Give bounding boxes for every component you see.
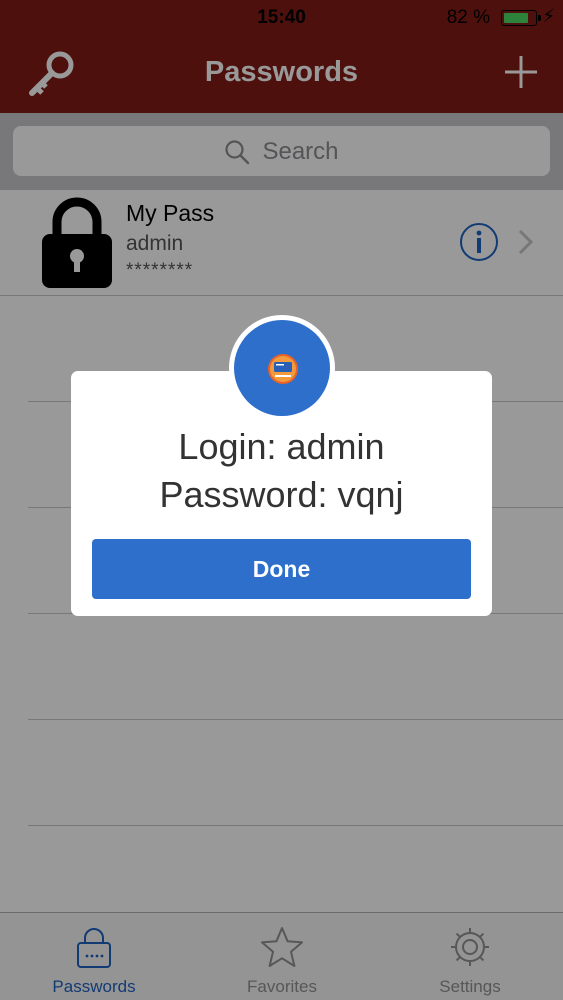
dialog-badge-circle (234, 320, 330, 416)
app-logo-icon (268, 354, 298, 384)
dialog-badge (229, 315, 335, 421)
done-button[interactable]: Done (92, 539, 471, 599)
app-screen: 15:40 82 % ⚡ Passwords Search My Pass ad… (0, 0, 563, 1000)
dialog-login-text: Login: admin (178, 426, 385, 467)
dialog-password-text: Password: vqnj (159, 474, 404, 515)
